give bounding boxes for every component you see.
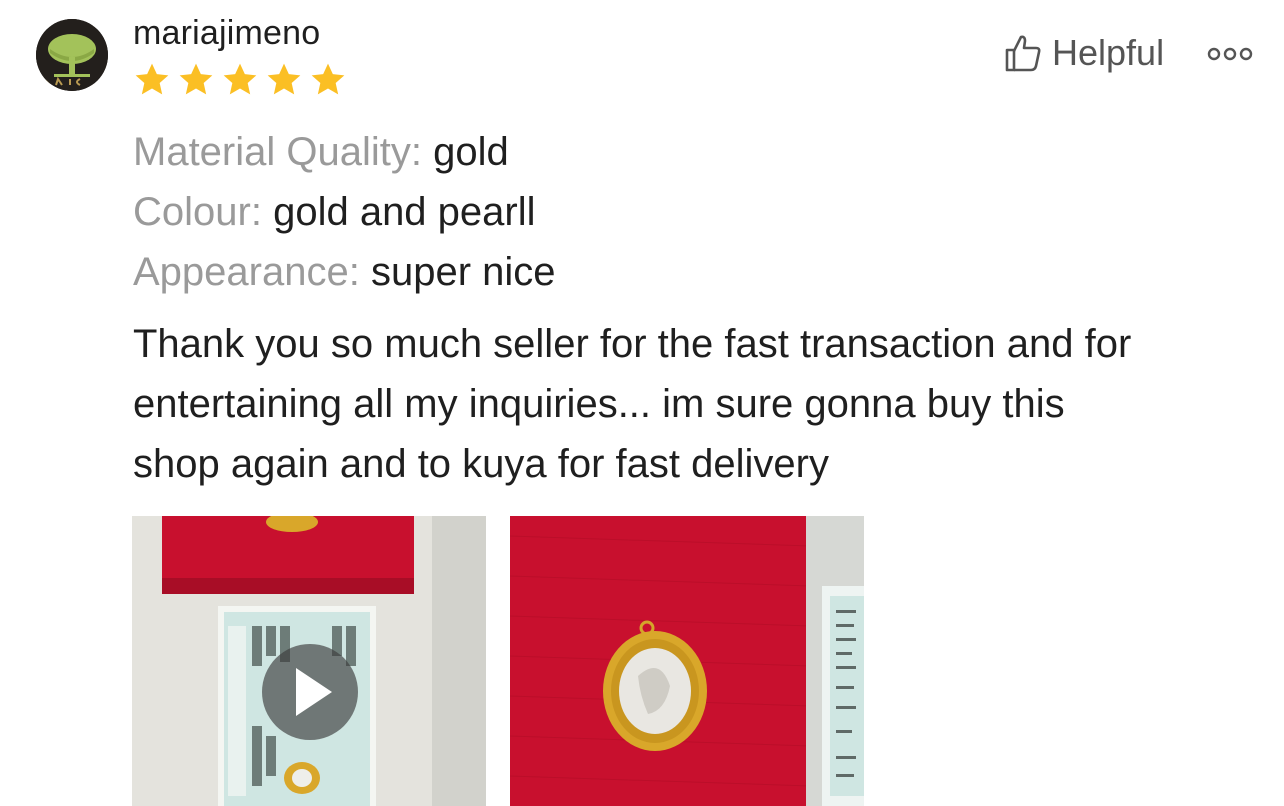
review-text-line: Thank you so much seller for the fast tr… bbox=[133, 322, 1132, 366]
attribute-label: Appearance: bbox=[133, 250, 360, 294]
attribute-label: Colour: bbox=[133, 190, 262, 234]
video-thumbnail-image bbox=[132, 516, 486, 806]
more-options-button[interactable] bbox=[1206, 44, 1254, 69]
star-icon bbox=[223, 63, 257, 95]
review-video-thumbnail[interactable] bbox=[132, 516, 486, 806]
star-icon bbox=[267, 63, 301, 95]
star-icon bbox=[311, 63, 345, 95]
review-photo-thumbnail[interactable] bbox=[510, 516, 864, 806]
star-icon bbox=[179, 63, 213, 95]
review-photo-image bbox=[510, 516, 864, 806]
star-icon bbox=[135, 63, 169, 95]
username[interactable]: mariajimeno bbox=[133, 14, 320, 53]
review-text-line: entertaining all my inquiries... im sure… bbox=[133, 382, 1065, 426]
attribute-colour: Colour: gold and pearll bbox=[133, 190, 536, 235]
avatar-tree-logo bbox=[36, 19, 108, 91]
more-options-icon bbox=[1207, 47, 1253, 61]
attribute-label: Material Quality: bbox=[133, 130, 422, 174]
thumbs-up-icon bbox=[1005, 35, 1041, 72]
review-text: Thank you so much seller for the fast tr… bbox=[133, 314, 1253, 494]
helpful-button[interactable]: Helpful bbox=[1004, 32, 1164, 74]
attribute-value: gold and pearll bbox=[273, 190, 536, 234]
star-rating bbox=[131, 60, 349, 100]
attribute-appearance: Appearance: super nice bbox=[133, 250, 556, 295]
attribute-material-quality: Material Quality: gold bbox=[133, 130, 509, 175]
avatar[interactable] bbox=[36, 19, 108, 91]
attribute-value: gold bbox=[433, 130, 509, 174]
helpful-label: Helpful bbox=[1052, 32, 1165, 73]
attribute-value: super nice bbox=[370, 250, 556, 294]
review-text-line: shop again and to kuya for fast delivery bbox=[133, 442, 829, 486]
